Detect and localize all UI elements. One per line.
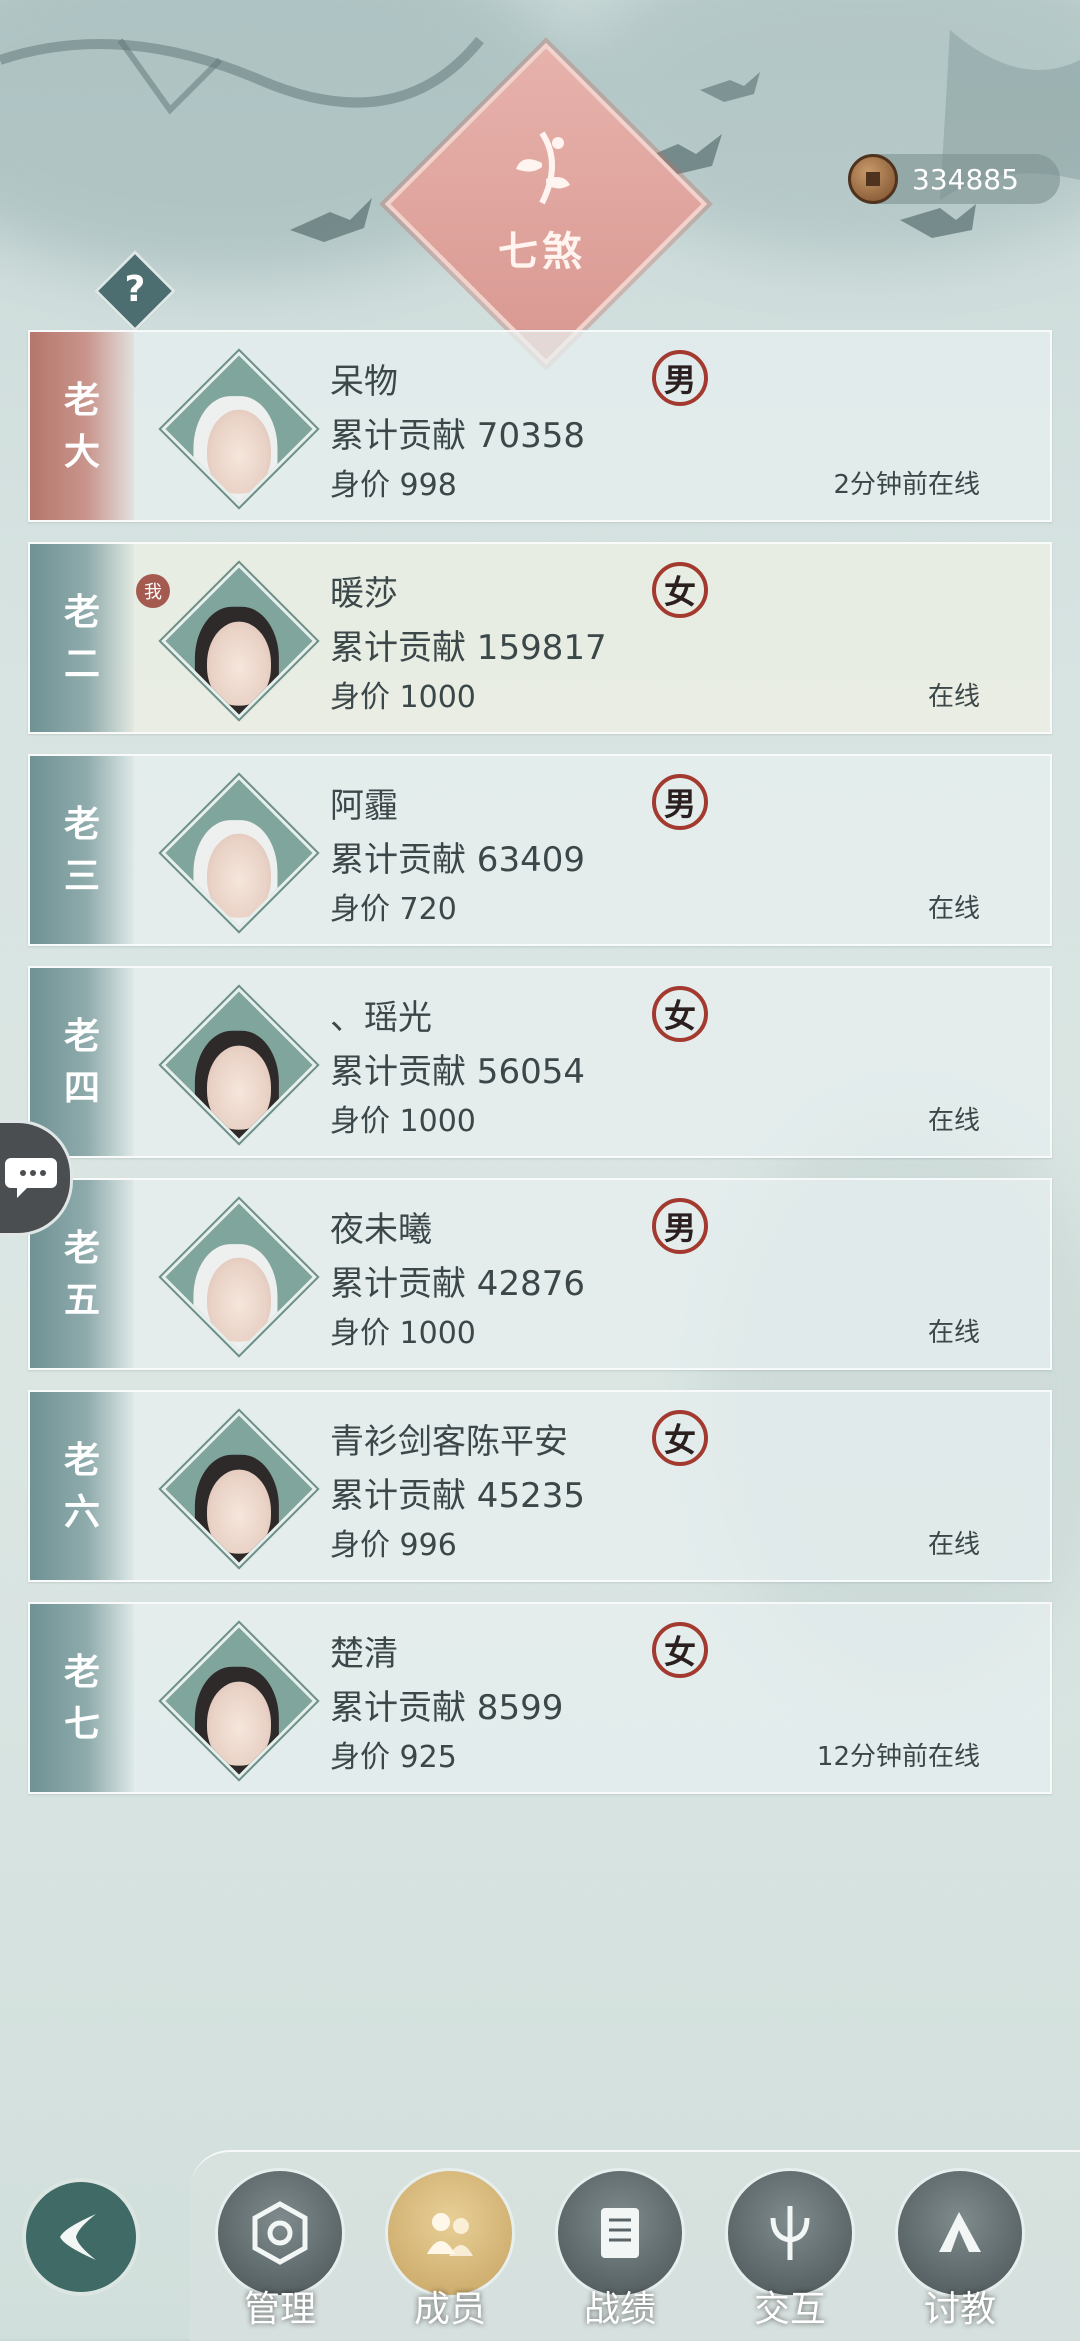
guild-emblem[interactable]: 七煞 bbox=[432, 90, 652, 310]
member-contribution: 累计贡献 42876 bbox=[330, 1264, 585, 1304]
member-name: 楚清 bbox=[330, 1634, 398, 1674]
nav-record[interactable]: 战绩 bbox=[555, 2168, 685, 2339]
nav-label: 交互 bbox=[753, 2289, 826, 2330]
member-worth: 身价 1000 bbox=[330, 680, 476, 715]
member-row-self[interactable]: 老二 我 暖莎 累计贡献 159817 身价 1000 女 在线 bbox=[28, 542, 1052, 734]
gender-badge-female: 女 bbox=[652, 562, 708, 618]
member-row[interactable]: 老五 夜未曦 累计贡献 42876 身价 1000 男 在线 bbox=[28, 1178, 1052, 1370]
gender-badge-female: 女 bbox=[652, 1410, 708, 1466]
member-contribution: 累计贡献 159817 bbox=[330, 628, 607, 668]
gender-badge-female: 女 bbox=[652, 1622, 708, 1678]
member-worth: 身价 1000 bbox=[330, 1316, 476, 1351]
nav-manage[interactable]: 管理 bbox=[215, 2168, 345, 2339]
online-status: 在线 bbox=[927, 894, 980, 924]
back-button[interactable] bbox=[22, 2178, 140, 2296]
member-contribution: 累计贡献 8599 bbox=[330, 1688, 564, 1728]
nav-challenge[interactable]: 讨教 bbox=[895, 2168, 1025, 2339]
member-row[interactable]: 老七 楚清 累计贡献 8599 身价 925 女 12分钟前在线 bbox=[28, 1602, 1052, 1794]
avatar[interactable]: 我 bbox=[136, 563, 317, 719]
nav-interact[interactable]: 交互 bbox=[725, 2168, 855, 2339]
manage-icon bbox=[252, 2201, 308, 2265]
online-status: 在线 bbox=[927, 1106, 980, 1136]
rank-badge: 老七 bbox=[30, 1604, 134, 1792]
avatar[interactable] bbox=[161, 1411, 317, 1567]
member-list: 老大 呆物 累计贡献 70358 身价 998 男 2分钟前在线 老二 我 暖莎… bbox=[28, 330, 1052, 1814]
member-name: 、瑶光 bbox=[330, 998, 432, 1038]
rank-badge: 老二 bbox=[30, 544, 134, 732]
member-row[interactable]: 老四 、瑶光 累计贡献 56054 身价 1000 女 在线 bbox=[28, 966, 1052, 1158]
avatar[interactable] bbox=[161, 1199, 317, 1355]
rank-badge: 老大 bbox=[30, 332, 134, 520]
guild-name: 七煞 bbox=[498, 228, 586, 275]
currency-display: 334885 bbox=[848, 154, 1060, 204]
online-status: 12分钟前在线 bbox=[816, 1742, 980, 1772]
gender-badge-female: 女 bbox=[652, 986, 708, 1042]
self-tag-badge: 我 bbox=[136, 574, 170, 608]
member-name: 呆物 bbox=[330, 362, 398, 402]
gender-badge-male: 男 bbox=[652, 1198, 708, 1254]
rank-badge: 老六 bbox=[30, 1392, 134, 1580]
member-row[interactable]: 老三 阿霾 累计贡献 63409 身价 720 男 在线 bbox=[28, 754, 1052, 946]
challenge-fist-icon bbox=[939, 2212, 981, 2252]
member-name: 阿霾 bbox=[330, 786, 398, 826]
online-status: 在线 bbox=[927, 1318, 980, 1348]
record-scroll-icon bbox=[601, 2208, 639, 2258]
back-arrow-icon bbox=[60, 2214, 96, 2260]
member-name: 暖莎 bbox=[330, 574, 398, 614]
member-contribution: 累计贡献 56054 bbox=[330, 1052, 585, 1092]
avatar[interactable] bbox=[161, 987, 317, 1143]
member-contribution: 累计贡献 45235 bbox=[330, 1476, 585, 1516]
member-worth: 身价 925 bbox=[330, 1740, 457, 1775]
member-worth: 身价 720 bbox=[330, 892, 457, 927]
member-row[interactable]: 老六 青衫剑客陈平安 累计贡献 45235 身价 996 女 在线 bbox=[28, 1390, 1052, 1582]
member-worth: 身价 1000 bbox=[330, 1104, 476, 1139]
nav-label: 管理 bbox=[243, 2289, 316, 2330]
member-worth: 身价 998 bbox=[330, 468, 457, 503]
gender-badge-male: 男 bbox=[652, 350, 708, 406]
flower-branch-icon bbox=[516, 131, 570, 205]
member-row[interactable]: 老大 呆物 累计贡献 70358 身价 998 男 2分钟前在线 bbox=[28, 330, 1052, 522]
members-icon bbox=[427, 2213, 473, 2256]
online-status: 在线 bbox=[927, 1530, 980, 1560]
nav-label: 成员 bbox=[413, 2289, 486, 2330]
copper-coin-icon bbox=[848, 154, 898, 204]
member-name: 青衫剑客陈平安 bbox=[330, 1422, 568, 1462]
member-contribution: 累计贡献 70358 bbox=[330, 416, 585, 456]
interact-trident-icon bbox=[770, 2206, 810, 2260]
rank-badge: 老三 bbox=[30, 756, 134, 944]
nav-members[interactable]: 成员 bbox=[385, 2168, 515, 2339]
nav-label: 讨教 bbox=[923, 2289, 996, 2330]
coin-amount: 334885 bbox=[912, 162, 1019, 196]
chat-bubble-icon bbox=[5, 1158, 57, 1198]
member-name: 夜未曦 bbox=[330, 1210, 432, 1250]
member-worth: 身价 996 bbox=[330, 1528, 457, 1563]
avatar[interactable] bbox=[161, 775, 317, 931]
nav-label: 战绩 bbox=[583, 2289, 656, 2330]
online-status: 在线 bbox=[927, 682, 980, 712]
avatar[interactable] bbox=[161, 351, 317, 507]
online-status: 2分钟前在线 bbox=[833, 470, 980, 500]
gender-badge-male: 男 bbox=[652, 774, 708, 830]
member-contribution: 累计贡献 63409 bbox=[330, 840, 585, 880]
avatar[interactable] bbox=[161, 1623, 317, 1779]
help-button[interactable]: ? bbox=[106, 260, 164, 318]
